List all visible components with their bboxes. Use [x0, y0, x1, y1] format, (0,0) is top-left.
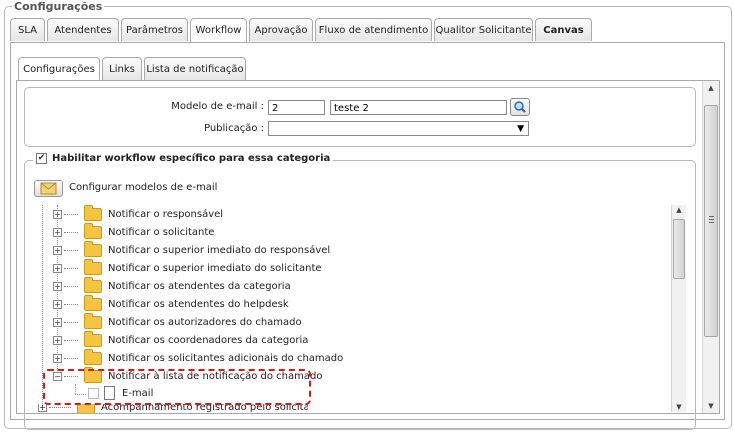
email-model-fieldset [24, 87, 696, 147]
expand-icon[interactable]: + [53, 209, 62, 219]
expand-icon[interactable]: + [53, 353, 62, 363]
tree-item-label: Acompanhamento registrado pelo solicitan… [101, 404, 308, 413]
tree-item-label: Notificar os autorizadores do chamado [108, 317, 302, 328]
enable-workflow-checkbox[interactable]: ✔ [36, 152, 47, 164]
folder-icon [84, 258, 102, 275]
folder-icon [77, 404, 95, 413]
tree-item-label: Notificar os coordenadores da categoria [108, 335, 309, 346]
tab-parametros[interactable]: Parâmetros [121, 18, 188, 41]
grip-icon [709, 216, 714, 217]
expand-icon[interactable]: + [53, 281, 62, 291]
folder-icon [84, 276, 102, 293]
tree-item-clipped[interactable]: + Acompanhamento registrado pelo solicita… [38, 404, 308, 413]
panel-scroll-thumb[interactable] [704, 105, 718, 337]
config-email-models-label: Configurar modelos de e-mail [69, 182, 218, 193]
tab-aprovacao[interactable]: Aprovação [249, 18, 313, 41]
tree-item-label: Notificar os solicitantes adicionais do … [108, 353, 344, 364]
enable-workflow-label: Habilitar workflow específico para essa … [52, 153, 331, 164]
tree-item-label: Notificar o solicitante [108, 227, 215, 238]
tree-item[interactable]: + Notificar o responsável [53, 204, 224, 224]
folder-icon [84, 330, 102, 347]
workflow-legend: ✔ Habilitar workflow específico para essa… [33, 151, 334, 167]
tree-item[interactable]: + Notificar os atendentes do helpdesk [53, 294, 289, 314]
tree-item-label: Notificar o superior imediato do solicit… [108, 263, 322, 274]
tab-fluxo-atendimento[interactable]: Fluxo de atendimento [315, 18, 432, 41]
publicacao-select[interactable]: ▼ [268, 121, 529, 136]
tree-item-label: Notificar os atendentes do helpdesk [108, 299, 289, 310]
subtab-configuracoes[interactable]: Configurações [18, 57, 100, 82]
tree-scroll-thumb[interactable] [673, 219, 685, 279]
envelope-icon [40, 182, 57, 195]
scroll-down-icon[interactable]: ▼ [703, 401, 719, 411]
modelo-code-input[interactable]: 2 [268, 100, 325, 115]
tree-item-label: Notificar o responsável [108, 209, 224, 220]
tree-item[interactable]: + Notificar os coordenadores da categoria [53, 330, 309, 350]
folder-icon [84, 222, 102, 239]
panel-scrollbar[interactable]: ▲ ▼ [702, 81, 719, 413]
subtab-lista-notificacao[interactable]: Lista de notificação [144, 57, 246, 80]
expand-icon[interactable]: + [53, 317, 62, 327]
scroll-down-icon[interactable]: ▼ [672, 402, 686, 412]
expand-icon[interactable]: + [53, 335, 62, 345]
tab-atendentes[interactable]: Atendentes [47, 18, 119, 41]
scroll-up-icon[interactable]: ▲ [703, 81, 719, 93]
tree-item[interactable]: + Notificar os atendentes da categoria [53, 276, 291, 296]
tab-canvas[interactable]: Canvas [535, 18, 592, 41]
search-button[interactable] [510, 98, 530, 116]
magnifier-icon [514, 101, 526, 113]
folder-icon [84, 204, 102, 221]
config-email-models-button[interactable] [34, 180, 63, 197]
tree-item-label: Notificar o superior imediato do respons… [108, 245, 331, 256]
tree-scrollbar[interactable]: ▲ ▼ [671, 205, 686, 412]
expand-icon[interactable]: + [53, 299, 62, 309]
folder-icon [84, 348, 102, 365]
tree-item[interactable]: + Notificar os solicitantes adicionais do… [53, 348, 344, 368]
expand-icon[interactable]: + [53, 245, 62, 255]
expand-icon[interactable]: + [53, 263, 62, 273]
tree-item[interactable]: + Notificar o superior imediato do respon… [53, 240, 331, 260]
publicacao-label: Publicação : [203, 123, 264, 134]
expand-icon[interactable]: + [53, 227, 62, 237]
highlight-annotation [43, 369, 311, 405]
tree-item[interactable]: + Notificar os autorizadores do chamado [53, 312, 302, 332]
scroll-up-icon[interactable]: ▲ [672, 205, 686, 215]
tab-workflow[interactable]: Workflow [190, 18, 247, 43]
tree-item[interactable]: + Notificar o solicitante [53, 222, 215, 242]
dropdown-arrow-icon: ▼ [517, 124, 524, 134]
tab-qualitor-solicitante[interactable]: Qualitor Solicitante [434, 18, 533, 41]
tab-sla[interactable]: SLA [10, 18, 45, 41]
section-title: Configurações [12, 0, 105, 13]
tree-item-label: Notificar os atendentes da categoria [108, 281, 291, 292]
folder-icon [84, 312, 102, 329]
tree-item[interactable]: + Notificar o superior imediato do solici… [53, 258, 322, 278]
subtab-links[interactable]: Links [102, 57, 142, 80]
folder-icon [84, 240, 102, 257]
modelo-name-input[interactable]: teste 2 [330, 100, 507, 115]
expand-icon[interactable]: + [38, 404, 47, 412]
folder-icon [84, 294, 102, 311]
modelo-email-label: Modelo de e-mail : [171, 101, 264, 112]
